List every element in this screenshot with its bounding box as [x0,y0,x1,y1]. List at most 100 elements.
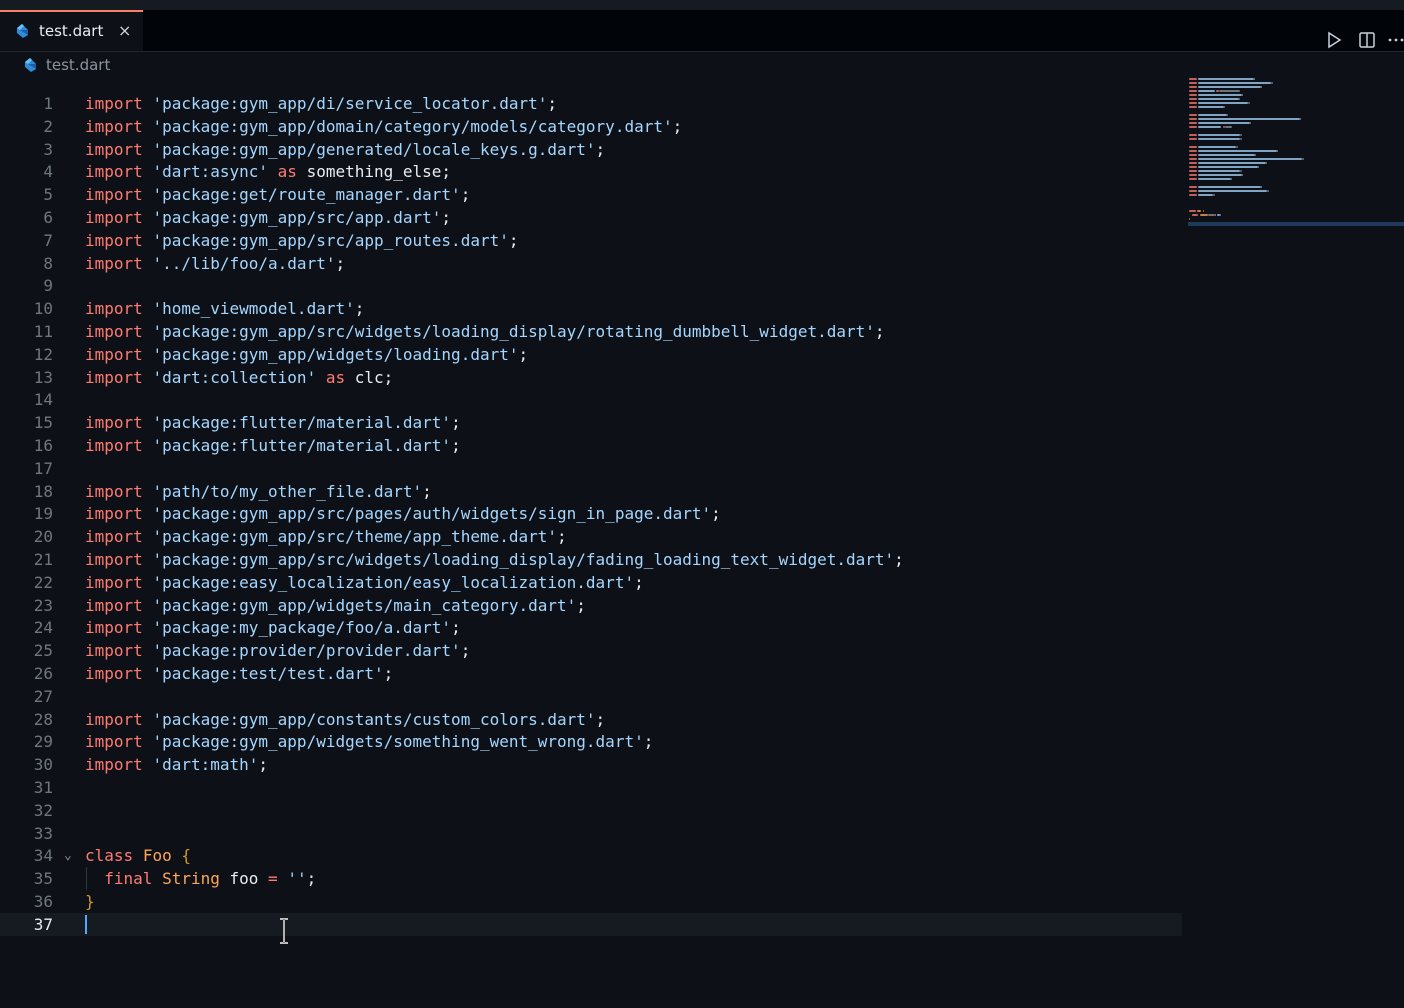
minimap-mark [1198,78,1254,80]
line-number: 6 [43,208,53,227]
more-actions-icon[interactable] [1388,31,1404,49]
minimap-mark [1240,134,1242,136]
code-line[interactable]: 21 import 'package:gym_app/src/widgets/lo… [0,548,1182,571]
line-number: 35 [33,869,53,889]
code-token: 'package:flutter/material.dart' [152,436,452,455]
code-token: import [85,185,143,205]
code-line[interactable]: 37 [0,912,1182,936]
line-code: import 'package:gym_app/constants/custom… [85,708,605,731]
code-line[interactable]: 31 [0,776,1182,799]
line-number: 10 [33,299,53,319]
code-line[interactable]: 5 import 'package:get/route_manager.dart'… [0,183,1182,206]
line-number: 32 [33,800,53,820]
code-token: ; [383,664,394,683]
code-line[interactable]: 29 import 'package:gym_app/widgets/someth… [0,730,1182,753]
code-line[interactable]: 14 [0,388,1182,411]
code-line[interactable]: 6 import 'package:gym_app/src/app.dart'; [0,206,1182,229]
run-icon[interactable] [1326,31,1342,49]
code-line[interactable]: 28 import 'package:gym_app/constants/cust… [0,708,1182,731]
code-line[interactable]: 34 ⌄ class Foo { [0,844,1182,867]
code-line[interactable]: 2 import 'package:gym_app/domain/category… [0,115,1182,138]
code-token: 'package:my_package/foo/a.dart' [152,618,452,638]
code-line[interactable]: 15 import 'package:flutter/material.dart'… [0,411,1182,434]
minimap-mark [1198,138,1241,140]
minimap-mark [1198,146,1237,148]
line-code: import 'package:gym_app/domain/category/… [85,115,682,138]
code-line[interactable]: 16 import 'package:flutter/material.dart'… [0,434,1182,457]
code-line[interactable]: 11 import 'package:gym_app/src/widgets/lo… [0,320,1182,343]
minimap-mark [1198,162,1266,164]
minimap-mark [1241,94,1243,96]
minimap-mark [1189,90,1198,92]
code-token: ; [595,709,606,729]
breadcrumb[interactable]: test.dart [0,52,1180,78]
minimap-mark [1198,102,1249,104]
code-line[interactable]: 27 [0,685,1182,708]
code-line[interactable]: 10 import 'home_viewmodel.dart'; [0,297,1182,320]
minimap-mark [1189,218,1191,220]
code-token: import [85,162,143,182]
code-line[interactable]: 24 import 'package:my_package/foo/a.dart'… [0,616,1182,639]
minimap[interactable] [1186,75,1404,235]
code-line[interactable]: 36} [0,890,1182,913]
code-line[interactable]: 13 import 'dart:collection' as clc; [0,366,1182,389]
code-line[interactable]: 35 final String foo = ''; [0,867,1182,891]
line-number: 11 [33,322,53,341]
minimap-mark [1224,106,1226,108]
code-line[interactable]: 23 import 'package:gym_app/widgets/main_c… [0,594,1182,617]
code-token: 'dart:collection' [152,367,317,387]
window-top-strip [0,0,1404,10]
fold-chevron-icon[interactable]: ⌄ [64,844,72,867]
code-token: ; [518,344,529,364]
minimap-mark [1213,194,1215,196]
text-caret [85,914,87,934]
code-line[interactable]: 3 import 'package:gym_app/generated/local… [0,138,1182,161]
code-token: 'package:gym_app/src/widgets/loading_dis… [152,322,875,341]
line-number: 16 [33,436,53,455]
line-number: 1 [43,94,53,113]
minimap-mark [1265,162,1268,164]
code-token: import [85,732,143,752]
code-line[interactable]: 22 import 'package:easy_localization/easy… [0,571,1182,594]
code-line[interactable]: 9 [0,274,1182,297]
code-line[interactable]: 12 import 'package:gym_app/widgets/loadin… [0,343,1182,366]
tab-test-dart[interactable]: test.dart × [0,10,143,51]
code-line[interactable]: 19 import 'package:gym_app/src/pages/auth… [0,502,1182,525]
code-token: final [104,869,153,889]
code-line[interactable]: 18 import 'path/to/my_other_file.dart'; [0,480,1182,503]
code-token: foo [219,869,269,889]
minimap-mark [1189,154,1198,156]
code-token: String [162,869,220,889]
split-editor-icon[interactable] [1358,31,1376,49]
code-editor[interactable]: 1 import 'package:gym_app/di/service_loca… [0,92,1182,952]
minimap-mark [1198,194,1214,196]
code-line[interactable]: 7 import 'package:gym_app/src/app_routes.… [0,229,1182,252]
minimap-mark [1189,94,1198,96]
code-line[interactable]: 1 import 'package:gym_app/di/service_loca… [0,92,1182,115]
code-token: ; [711,504,721,524]
code-line[interactable]: 8 import '../lib/foo/a.dart'; [0,252,1182,275]
code-line[interactable]: 20 import 'package:gym_app/src/theme/app_… [0,525,1182,548]
minimap-mark [1198,170,1241,172]
close-icon[interactable]: × [118,21,131,40]
code-token: import [85,550,143,569]
code-line[interactable]: 4 import 'dart:async' as something_else; [0,160,1182,183]
code-line[interactable]: 30 import 'dart:math'; [0,753,1182,776]
line-code: } [85,890,95,913]
line-code: import 'package:gym_app/widgets/loading.… [85,343,528,366]
code-line[interactable]: 33 [0,822,1182,845]
minimap-mark [1257,166,1260,168]
code-line[interactable]: 25 import 'package:provider/provider.dart… [0,639,1182,662]
code-line[interactable]: 17 [0,457,1182,480]
code-line[interactable]: 26 import 'package:test/test.dart'; [0,662,1182,685]
minimap-viewport-slider[interactable] [1188,222,1404,226]
code-token: 'package:gym_app/widgets/main_category.d… [152,595,577,615]
code-line[interactable]: 32 [0,799,1182,822]
